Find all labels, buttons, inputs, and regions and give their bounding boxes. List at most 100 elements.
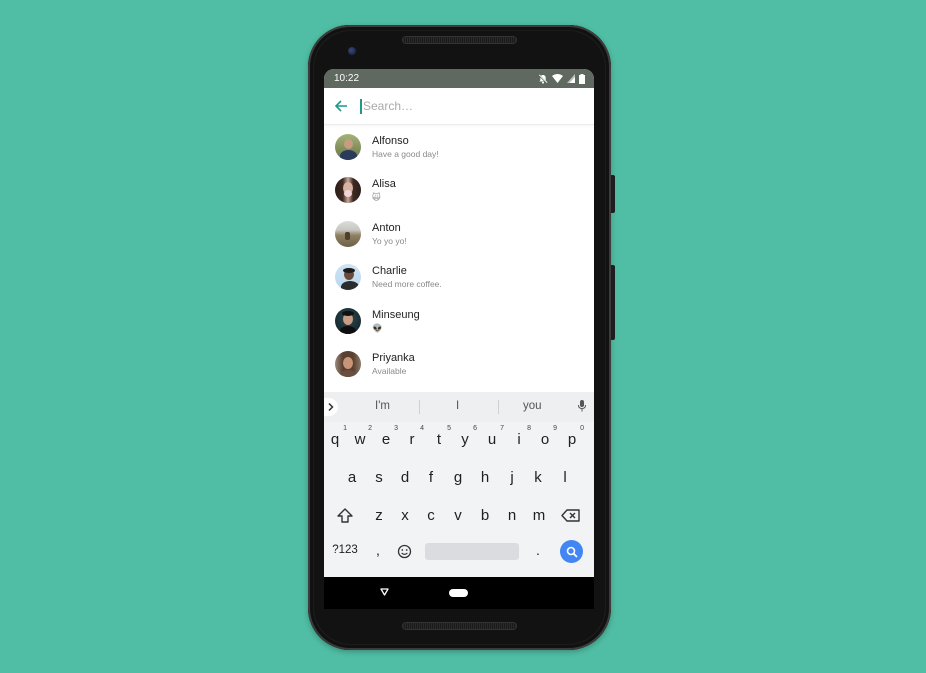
- emoji-icon[interactable]: [397, 544, 412, 559]
- home-icon[interactable]: [449, 589, 468, 597]
- key-h[interactable]: h: [474, 469, 496, 486]
- period-key[interactable]: .: [527, 542, 549, 558]
- key-b[interactable]: b: [474, 507, 496, 524]
- key-hint: 2: [368, 425, 372, 432]
- key-label: i: [517, 431, 521, 448]
- notifications-off-icon: [538, 73, 548, 84]
- contact-list: Alfonso Have a good day! Alisa 🙀 Anton Y…: [324, 125, 594, 386]
- key-hint: 3: [394, 425, 398, 432]
- contact-item-anton[interactable]: Anton Yo yo yo!: [324, 212, 594, 256]
- key-label: w: [354, 431, 366, 448]
- contact-item-minseung[interactable]: Minseung 👽: [324, 299, 594, 343]
- suggestion-2[interactable]: I: [456, 400, 459, 412]
- key-hint: 1: [343, 425, 347, 432]
- key-label: u: [487, 431, 497, 448]
- contact-name: Alisa: [372, 178, 396, 191]
- keyboard: I'm I you q1w2e3r4t5y6u7i8o9p0 asdfghjkl…: [324, 392, 594, 577]
- key-n[interactable]: n: [501, 507, 523, 524]
- backspace-icon[interactable]: [561, 508, 581, 523]
- space-bar[interactable]: [425, 543, 519, 560]
- key-label: o: [540, 431, 550, 448]
- expand-toolbar-button[interactable]: [324, 398, 338, 416]
- shift-icon[interactable]: [335, 507, 355, 524]
- key-q[interactable]: q1: [324, 425, 347, 448]
- key-y[interactable]: y6: [454, 425, 477, 448]
- key-f[interactable]: f: [420, 469, 442, 486]
- suggestion-divider: [419, 400, 420, 414]
- key-x[interactable]: x: [394, 507, 416, 524]
- contact-name: Priyanka: [372, 352, 415, 365]
- key-k[interactable]: k: [527, 469, 549, 486]
- contact-item-alisa[interactable]: Alisa 🙀: [324, 169, 594, 213]
- contact-item-charlie[interactable]: Charlie Need more coffee.: [324, 256, 594, 300]
- contact-name: Charlie: [372, 265, 407, 278]
- screen: 10:22 Search… Alfonso Have a good day! A…: [324, 69, 594, 577]
- volume-rocker[interactable]: [611, 265, 615, 340]
- text-cursor: [360, 98, 362, 114]
- back-icon[interactable]: [380, 588, 389, 596]
- contact-name: Anton: [372, 221, 401, 234]
- status-bar: 10:22: [324, 69, 594, 88]
- key-u[interactable]: u7: [481, 425, 504, 448]
- key-p[interactable]: p0: [561, 425, 584, 448]
- contact-status: Available: [372, 366, 407, 377]
- suggestion-1[interactable]: I'm: [375, 400, 390, 412]
- bottom-speaker: [403, 623, 516, 629]
- key-z[interactable]: z: [368, 507, 390, 524]
- avatar: [335, 307, 361, 334]
- power-button[interactable]: [611, 175, 615, 213]
- key-s[interactable]: s: [368, 469, 390, 486]
- key-label: r: [409, 431, 415, 448]
- key-o[interactable]: o9: [534, 425, 557, 448]
- key-e[interactable]: e3: [375, 425, 398, 448]
- key-row-1: q1w2e3r4t5y6u7i8o9p0: [324, 422, 594, 460]
- key-g[interactable]: g: [447, 469, 469, 486]
- key-row-3: zxcvbnm: [324, 498, 594, 536]
- signal-icon: [567, 74, 575, 83]
- contact-item-alfonso[interactable]: Alfonso Have a good day!: [324, 125, 594, 169]
- key-a[interactable]: a: [341, 469, 363, 486]
- avatar: [335, 220, 361, 247]
- key-hint: 4: [420, 425, 424, 432]
- key-hint: 5: [447, 425, 451, 432]
- chevron-right-icon: [328, 403, 334, 411]
- key-label: q: [330, 431, 340, 448]
- key-row-4: ?123 , .: [324, 536, 594, 574]
- key-d[interactable]: d: [394, 469, 416, 486]
- key-j[interactable]: j: [501, 469, 523, 486]
- key-hint: 0: [580, 425, 584, 432]
- key-label: p: [567, 431, 577, 448]
- key-i[interactable]: i8: [508, 425, 531, 448]
- contact-item-priyanka[interactable]: Priyanka Available: [324, 343, 594, 387]
- avatar: [335, 351, 361, 378]
- key-c[interactable]: c: [420, 507, 442, 524]
- arrow-left-icon[interactable]: [334, 99, 348, 113]
- key-w[interactable]: w2: [349, 425, 372, 448]
- earpiece-speaker: [403, 37, 516, 43]
- key-r[interactable]: r4: [401, 425, 425, 448]
- key-v[interactable]: v: [447, 507, 469, 524]
- search-key[interactable]: [560, 540, 583, 563]
- suggestion-3[interactable]: you: [523, 400, 542, 412]
- comma-key[interactable]: ,: [367, 542, 389, 558]
- status-icons: [538, 73, 585, 84]
- contact-status: 👽: [372, 322, 383, 333]
- microphone-icon[interactable]: [578, 400, 586, 412]
- suggestion-strip: I'm I you: [324, 392, 594, 422]
- key-m[interactable]: m: [528, 507, 550, 524]
- key-label: e: [381, 431, 391, 448]
- search-input[interactable]: [363, 99, 563, 113]
- avatar: [335, 177, 361, 204]
- symbols-key[interactable]: ?123: [330, 544, 360, 556]
- key-hint: 9: [553, 425, 557, 432]
- key-t[interactable]: t5: [428, 425, 451, 448]
- avatar: [335, 133, 361, 160]
- key-hint: 6: [473, 425, 477, 432]
- contact-name: Minseung: [372, 308, 420, 321]
- contact-status: Yo yo yo!: [372, 235, 407, 246]
- wifi-icon: [552, 74, 563, 83]
- key-label: t: [436, 431, 442, 448]
- contact-status: Need more coffee.: [372, 279, 442, 290]
- key-l[interactable]: l: [554, 469, 576, 486]
- status-time: 10:22: [334, 73, 360, 84]
